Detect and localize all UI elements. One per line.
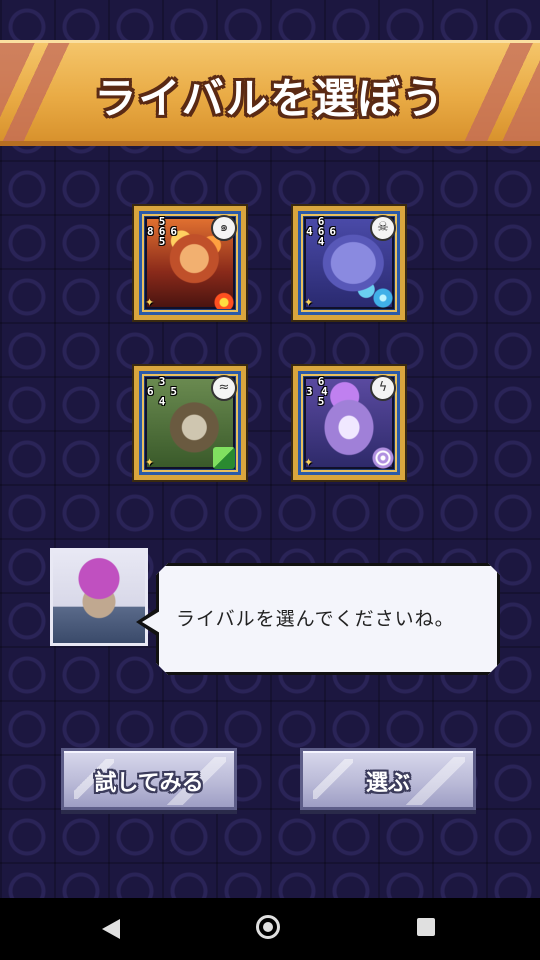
rarity-star-icon: ✦ — [145, 456, 155, 469]
system-navigation-bar — [0, 898, 540, 960]
card-stats: 6 466 4 — [306, 216, 336, 248]
orb-icon — [372, 287, 394, 309]
recent-apps-icon[interactable] — [417, 918, 435, 936]
speech-bubble-tail-fill — [142, 611, 160, 633]
dialog-message: ライバルを選んでくださいね。 — [176, 608, 455, 630]
stat-left: 3 — [306, 385, 313, 398]
select-button-label: 選ぶ — [365, 771, 410, 796]
rarity-star-icon: ✦ — [145, 296, 155, 309]
rival-card-fire-beast[interactable]: 5 866 5 ๑ ✦ — [134, 206, 246, 320]
try-button-label: 試してみる — [94, 771, 204, 796]
skull-icon: ☠ — [370, 215, 396, 241]
card-stats: 5 866 5 — [147, 216, 177, 248]
try-button[interactable]: 試してみる — [61, 748, 237, 810]
stat-right: 6 — [329, 225, 336, 238]
page-title: ライバルを選ぼう — [94, 74, 446, 123]
card-stats: 3 65 4 — [147, 376, 177, 408]
rival-card-blue-frog[interactable]: 6 466 4 ☠ ✦ — [293, 206, 405, 320]
rival-card-purple-fox[interactable]: 6 34 5 ϟ ✦ — [293, 366, 405, 480]
title-banner: ライバルを選ぼう — [0, 40, 540, 146]
stat-right: 5 — [170, 385, 177, 398]
spiral-icon — [372, 447, 394, 469]
rival-card-raccoon[interactable]: 3 65 4 ≈ ✦ — [134, 366, 246, 480]
back-icon[interactable] — [102, 919, 120, 939]
stat-bottom: 4 — [158, 395, 166, 408]
wave-icon: ≈ — [211, 375, 237, 401]
stat-left: 8 — [147, 225, 154, 238]
fire-icon — [213, 287, 235, 309]
swirl-icon: ๑ — [211, 215, 237, 241]
stat-bottom: 4 — [317, 235, 325, 248]
stat-bottom: 5 — [317, 395, 325, 408]
stat-right: 6 — [170, 225, 177, 238]
rarity-star-icon: ✦ — [304, 456, 314, 469]
lightning-icon: ϟ — [370, 375, 396, 401]
home-icon[interactable] — [256, 915, 280, 939]
leaf-icon — [213, 447, 235, 469]
guide-character-avatar — [50, 548, 148, 646]
stat-left: 4 — [306, 225, 313, 238]
stat-bottom: 5 — [158, 235, 166, 248]
card-stats: 6 34 5 — [306, 376, 336, 408]
stat-left: 6 — [147, 385, 154, 398]
select-button[interactable]: 選ぶ — [300, 748, 476, 810]
rarity-star-icon: ✦ — [304, 296, 314, 309]
